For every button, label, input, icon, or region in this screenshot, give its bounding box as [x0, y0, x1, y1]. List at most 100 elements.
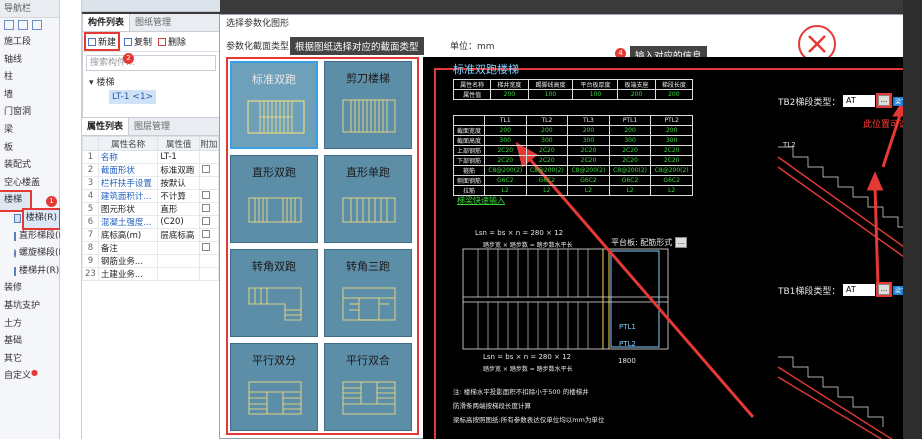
beam-cell[interactable]: 200	[483, 125, 527, 136]
property-value[interactable]	[157, 241, 200, 255]
property-value[interactable]: 直形	[157, 202, 200, 216]
extra-checkbox[interactable]	[201, 203, 210, 212]
beam-cell[interactable]: 2C20	[650, 155, 693, 166]
property-row[interactable]: 8 备注	[82, 241, 220, 255]
nav-item-prefab[interactable]: 装配式	[0, 157, 59, 175]
beam-cell[interactable]: 2C20	[483, 155, 527, 166]
tab-drawing-manage[interactable]: 图纸管理	[130, 14, 176, 31]
beam-cell[interactable]: 2C20	[525, 145, 569, 156]
extra-checkbox[interactable]	[201, 216, 210, 225]
beam-cell[interactable]: 2C20	[608, 145, 652, 156]
property-row[interactable]: 23 土建业务...	[82, 267, 220, 281]
beam-cell[interactable]: C8@200(2)	[567, 165, 610, 176]
beam-quick-input-link[interactable]: 梯梁快速输入	[457, 195, 505, 206]
nav-item-foundation[interactable]: 基础	[0, 333, 59, 351]
nav-item-wall[interactable]: 墙	[0, 87, 59, 105]
beam-cell[interactable]: G6C2	[483, 175, 527, 186]
beam-cell[interactable]: 2C20	[525, 155, 569, 166]
tree-leaf-lt1[interactable]: LT-1 <1>	[109, 90, 157, 104]
tab-layer-manage[interactable]: 图层管理	[129, 118, 175, 135]
property-value[interactable]: 按默认	[157, 176, 200, 190]
beam-cell[interactable]: 2C20	[483, 145, 527, 156]
beam-cell[interactable]: 300	[608, 135, 652, 146]
property-extra[interactable]	[198, 202, 220, 216]
type-scissor-stair[interactable]: 剪刀楼梯	[324, 61, 412, 149]
extra-checkbox[interactable]	[201, 190, 210, 199]
beam-cell[interactable]: 200	[525, 125, 569, 136]
beam-cell[interactable]: 300	[567, 135, 610, 146]
delete-button[interactable]: 删除	[158, 35, 186, 48]
beam-cell[interactable]: 2C20	[650, 145, 693, 156]
property-value[interactable]	[157, 267, 200, 281]
beam-cell[interactable]: C8@200(2)	[650, 165, 693, 176]
nav-sub-spiral-flight[interactable]: 螺旋梯段(R)	[0, 245, 68, 263]
copy-button[interactable]: 复制	[124, 35, 152, 48]
component-search-input[interactable]: 搜索构件...	[86, 55, 216, 71]
nav-item-pit-support[interactable]: 基坑支护	[0, 298, 59, 316]
property-extra[interactable]	[198, 241, 220, 255]
new-button[interactable]: 新建	[83, 32, 121, 51]
beam-cell[interactable]: 300	[483, 135, 527, 146]
nav-item-other[interactable]: 其它	[0, 351, 59, 369]
beam-cell[interactable]: L2	[650, 185, 693, 196]
property-value[interactable]: 不计算	[157, 189, 200, 203]
property-extra[interactable]	[198, 163, 220, 177]
nav-item-hollow-floor[interactable]: 空心楼盖	[0, 175, 59, 193]
pin-icon[interactable]	[4, 20, 14, 30]
nav-item-construction[interactable]: 施工段	[0, 34, 59, 52]
beam-cell[interactable]: 200	[650, 125, 693, 136]
property-row[interactable]: 3 栏杆扶手设置 按默认	[82, 176, 220, 190]
property-extra[interactable]	[198, 176, 220, 190]
type-standard-double[interactable]: 标准双跑	[230, 61, 318, 149]
nav-sub-stair[interactable]: 楼梯(R)	[0, 207, 62, 230]
property-extra[interactable]	[198, 215, 220, 229]
nav-sub-stairwell[interactable]: 楼梯井(R)	[0, 263, 59, 281]
nav-item-stairs[interactable]: 楼梯	[0, 190, 32, 212]
nav-item-custom[interactable]: 自定义	[0, 368, 31, 386]
tb2-select-button[interactable]: ...	[876, 93, 892, 108]
beam-cell[interactable]: L2	[483, 185, 527, 196]
property-value[interactable]: (C20)	[157, 215, 200, 229]
property-value[interactable]	[157, 254, 200, 268]
property-row[interactable]: 2 截面形状 标准双跑	[82, 163, 220, 177]
type-parallel-split[interactable]: 平行双分	[230, 343, 318, 431]
property-row[interactable]: 1 名称 LT-1	[82, 150, 220, 164]
beam-cell[interactable]: L2	[608, 185, 652, 196]
beam-cell[interactable]: 2C20	[567, 155, 610, 166]
extra-checkbox[interactable]	[201, 164, 210, 173]
beam-cell[interactable]: 300	[650, 135, 693, 146]
nav-item-door-window[interactable]: 门窗洞	[0, 104, 59, 122]
beam-cell[interactable]: G6C2	[567, 175, 610, 186]
beam-cell[interactable]: G6C2	[608, 175, 652, 186]
property-extra[interactable]	[198, 267, 220, 281]
property-row[interactable]: 4 建筑面积计... 不计算	[82, 189, 220, 203]
type-corner-double[interactable]: 转角双跑	[230, 249, 318, 337]
nav-item-earthwork[interactable]: 土方	[0, 316, 59, 334]
grid-view-icon[interactable]	[32, 20, 42, 30]
nav-item-axis[interactable]: 轴线	[0, 52, 59, 70]
extra-checkbox[interactable]	[201, 229, 210, 238]
property-extra[interactable]	[198, 254, 220, 268]
tree-node-stairs[interactable]: ▾ 楼梯	[89, 76, 213, 90]
beam-cell[interactable]: 2C20	[567, 145, 610, 156]
beam-cell[interactable]: L2	[525, 185, 569, 196]
tb1-select-button[interactable]: ...	[876, 282, 892, 297]
beam-cell[interactable]: 2C20	[608, 155, 652, 166]
nav-item-column[interactable]: 柱	[0, 69, 59, 87]
beam-cell[interactable]: C8@200(2)	[608, 165, 652, 176]
platform-select-button[interactable]: ...	[675, 237, 687, 248]
property-extra[interactable]	[198, 150, 220, 164]
beam-cell[interactable]: L2	[567, 185, 610, 196]
nav-sub-straight-flight[interactable]: 直形梯段(R)	[0, 228, 68, 246]
beam-cell[interactable]: 300	[525, 135, 569, 146]
tab-component-list[interactable]: 构件列表	[83, 14, 131, 31]
beam-cell[interactable]: 200	[608, 125, 652, 136]
nav-item-finishing[interactable]: 装修	[0, 280, 59, 298]
tab-property-list[interactable]: 属性列表	[82, 118, 130, 135]
beam-cell[interactable]: C8@200(2)	[525, 165, 569, 176]
nav-item-slab[interactable]: 板	[0, 140, 59, 158]
type-straight-double[interactable]: 直形双跑	[230, 155, 318, 243]
property-value[interactable]: 标准双跑	[157, 163, 200, 177]
tb2-type-input[interactable]: AT	[843, 95, 875, 107]
property-value[interactable]: 层底标高	[157, 228, 200, 242]
